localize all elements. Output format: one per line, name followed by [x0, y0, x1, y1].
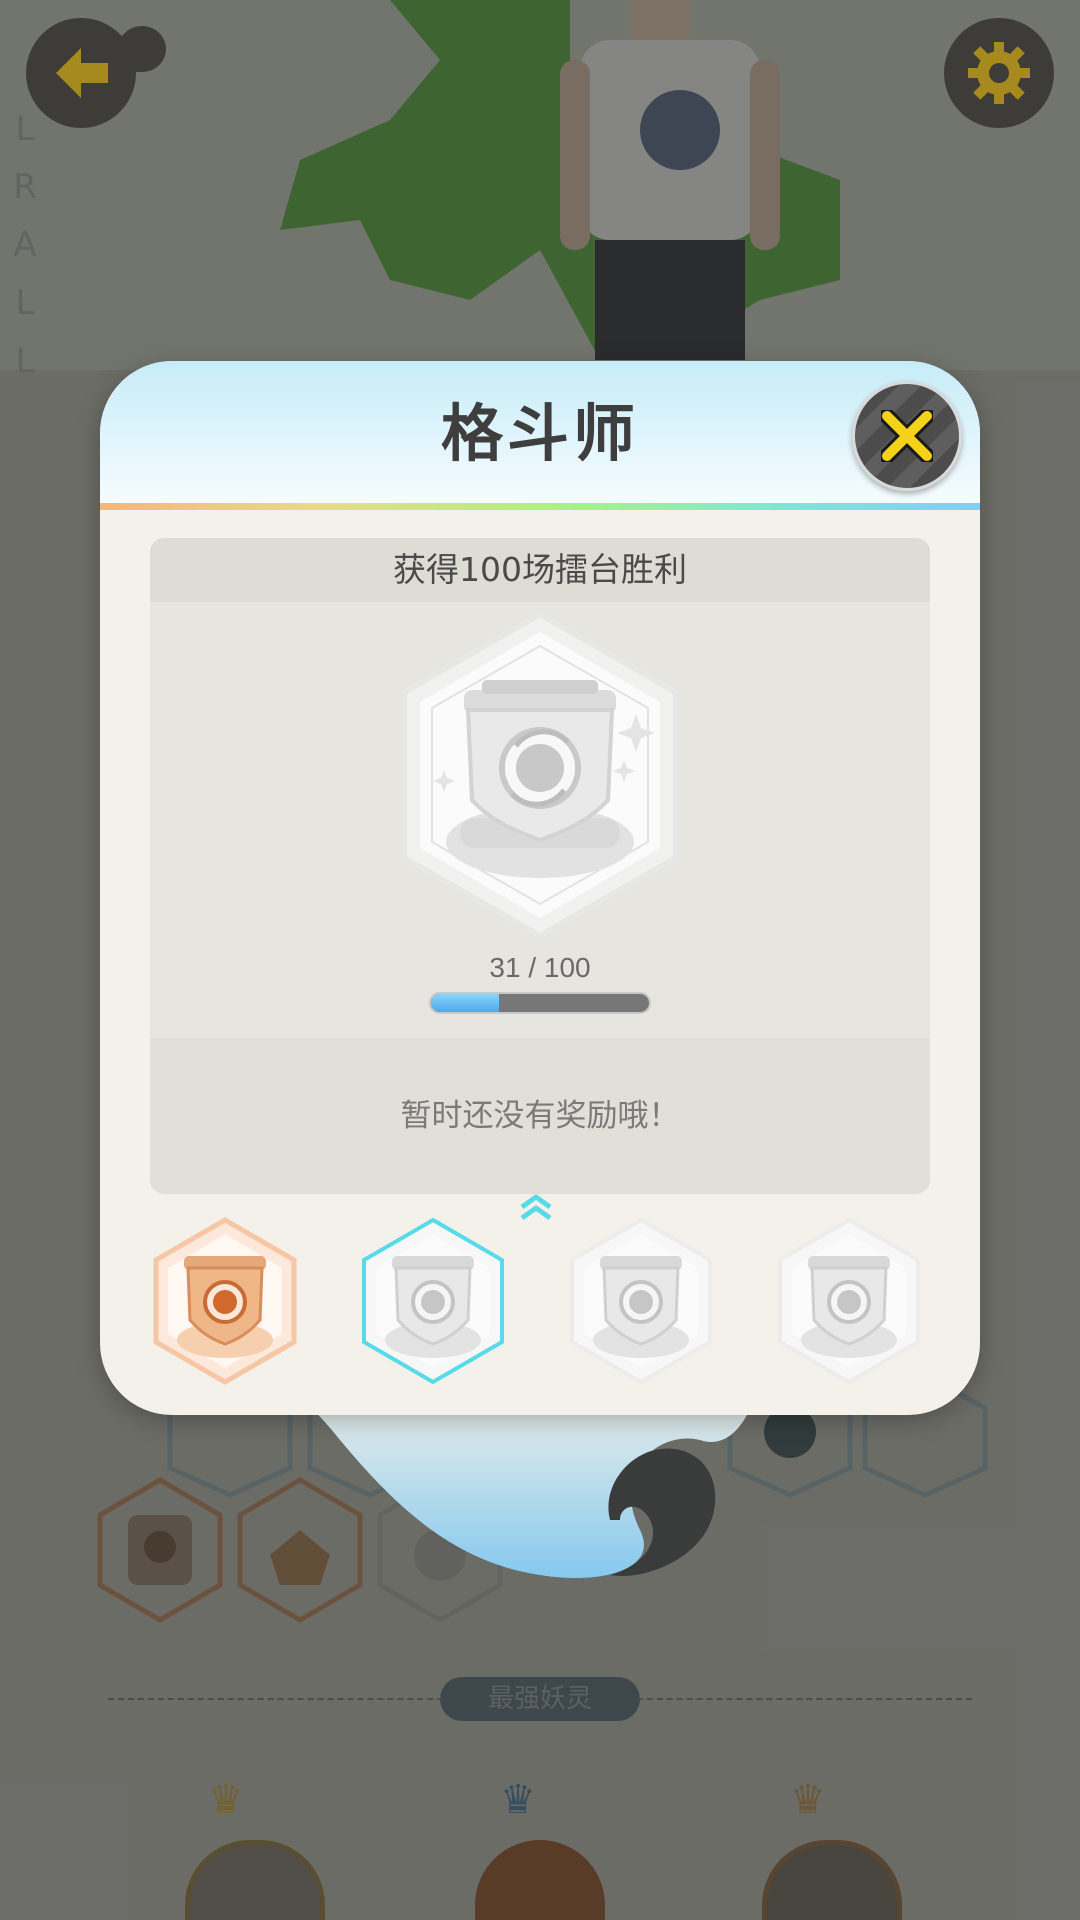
- gear-icon: [968, 42, 1030, 104]
- progress-bar: [429, 992, 651, 1014]
- tier-badge-bronze[interactable]: [150, 1216, 300, 1386]
- header-divider: [100, 503, 980, 510]
- settings-button[interactable]: [944, 18, 1054, 128]
- chevron-up-icon: [520, 1194, 552, 1221]
- reward-area: 暂时还没有奖励哦！: [150, 1038, 930, 1194]
- tier-badge-silver[interactable]: [358, 1216, 508, 1386]
- achievement-requirement: 获得100场擂台胜利: [393, 550, 687, 589]
- reward-message: 暂时还没有奖励哦！: [400, 1098, 680, 1134]
- achievement-badge-large: [401, 610, 679, 940]
- arrow-left-icon: [56, 48, 108, 98]
- progress-text: 31 / 100: [489, 952, 591, 983]
- close-button[interactable]: [852, 381, 962, 491]
- dialog-title: 格斗师: [440, 397, 639, 470]
- tier-badge-diamond[interactable]: [774, 1216, 924, 1386]
- achievement-detail-panel: 获得100场擂台胜利 31 / 100 暂时还没有奖励哦！: [150, 538, 930, 1194]
- achievement-dialog: 格斗师 获得100场擂台胜利 31 / 100 暂时还没有奖励哦！: [100, 361, 980, 1415]
- progress-fill: [431, 994, 499, 1012]
- back-button[interactable]: [26, 18, 136, 128]
- close-x-icon: [881, 410, 933, 462]
- tier-badge-gold[interactable]: [566, 1216, 716, 1386]
